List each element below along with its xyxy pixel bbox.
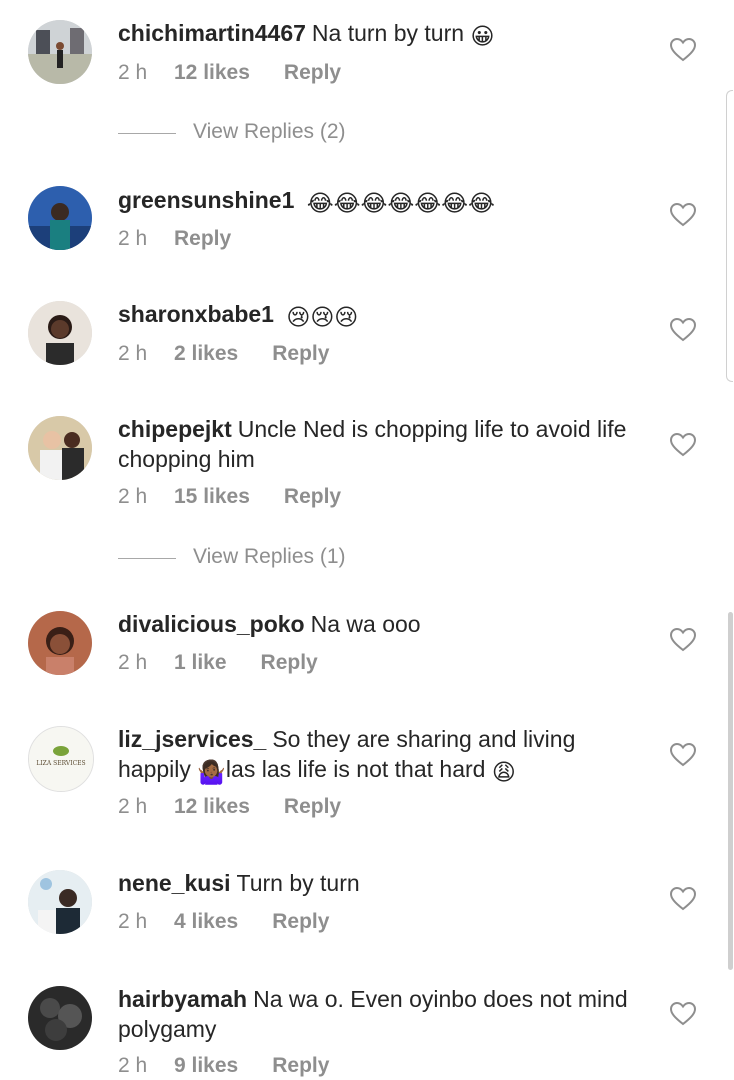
reply-button[interactable]: Reply: [272, 341, 329, 367]
heart-outline-icon[interactable]: [670, 743, 696, 767]
comment-text: greensunshine1 😂😂😂😂😂😂😂: [118, 185, 638, 218]
reply-button[interactable]: Reply: [284, 60, 341, 86]
comment-body-continued: las las life is not that hard: [225, 756, 486, 782]
avatar[interactable]: [28, 870, 92, 934]
avatar[interactable]: LIZA SERVICES: [28, 726, 94, 792]
comment-body: Na turn by turn: [311, 20, 465, 46]
comment-text: nene_kusi Turn by turn: [118, 868, 638, 898]
comment-text: divalicious_poko Na wa ooo: [118, 609, 638, 639]
comment-time: 2 h: [118, 910, 148, 933]
comment-meta: 2 h 15 likes Reply: [118, 484, 341, 510]
comment-text: chipepejkt Uncle Ned is chopping life to …: [118, 414, 638, 474]
comment-text: chichimartin4467 Na turn by turn 😀: [118, 18, 638, 51]
avatar[interactable]: [28, 986, 92, 1050]
comment-likes[interactable]: 9 likes: [174, 1053, 238, 1079]
comment-text: liz_jservices_ So they are sharing and li…: [118, 724, 638, 787]
comment-time: 2 h: [118, 1054, 148, 1077]
reply-button[interactable]: Reply: [272, 909, 329, 935]
heart-outline-icon[interactable]: [670, 1002, 696, 1026]
avatar[interactable]: [28, 186, 92, 250]
weary-emoji-icon: 😩: [491, 759, 516, 785]
comment-likes[interactable]: 15 likes: [174, 484, 250, 510]
avatar[interactable]: [28, 20, 92, 84]
comment-username[interactable]: hairbyamah: [118, 986, 247, 1012]
comment-meta: 2 h Reply: [118, 226, 231, 252]
comment-body: Turn by turn: [236, 870, 360, 896]
grinning-emoji-icon: 😀: [470, 23, 495, 49]
comment-meta: 2 h 2 likes Reply: [118, 341, 329, 367]
comment-meta: 2 h 12 likes Reply: [118, 794, 341, 820]
comment-likes[interactable]: 12 likes: [174, 60, 250, 86]
comment-username[interactable]: chipepejkt: [118, 416, 232, 442]
comment-time: 2 h: [118, 61, 148, 84]
view-replies-label: View Replies (2): [193, 120, 346, 143]
reply-button[interactable]: Reply: [261, 650, 318, 676]
comment-time: 2 h: [118, 342, 148, 365]
woman-shrugging-emoji-icon: 🤷🏾‍♀️: [197, 759, 226, 785]
scrollbar-thumb[interactable]: [728, 612, 733, 970]
laughing-emoji-icon: 😂😂😂😂😂😂😂: [306, 190, 495, 216]
comment-text: hairbyamah Na wa o. Even oyinbo does not …: [118, 984, 638, 1044]
comment-time: 2 h: [118, 485, 148, 508]
divider-line: [118, 558, 176, 559]
reply-button[interactable]: Reply: [284, 484, 341, 510]
heart-outline-icon[interactable]: [670, 433, 696, 457]
comment-likes[interactable]: 2 likes: [174, 341, 238, 367]
comment-likes[interactable]: 12 likes: [174, 794, 250, 820]
comment-meta: 2 h 1 like Reply: [118, 650, 318, 676]
avatar[interactable]: [28, 301, 92, 365]
comment-meta: 2 h 12 likes Reply: [118, 60, 341, 86]
comment-username[interactable]: chichimartin4467: [118, 20, 306, 46]
comment-time: 2 h: [118, 795, 148, 818]
comment-username[interactable]: nene_kusi: [118, 870, 231, 896]
comment-likes[interactable]: 4 likes: [174, 909, 238, 935]
comment-username[interactable]: divalicious_poko: [118, 611, 305, 637]
heart-outline-icon[interactable]: [670, 628, 696, 652]
comment-time: 2 h: [118, 651, 148, 674]
comment-text: sharonxbabe1 😢😢😢: [118, 299, 638, 332]
crying-emoji-icon: 😢😢😢: [286, 304, 359, 330]
reply-button[interactable]: Reply: [284, 794, 341, 820]
heart-outline-icon[interactable]: [670, 38, 696, 62]
heart-outline-icon[interactable]: [670, 318, 696, 342]
scrollbar-track[interactable]: [726, 90, 733, 382]
comment-time: 2 h: [118, 227, 148, 250]
comment-username[interactable]: greensunshine1: [118, 187, 294, 213]
reply-button[interactable]: Reply: [174, 226, 231, 252]
reply-button[interactable]: Reply: [272, 1053, 329, 1079]
divider-line: [118, 133, 176, 134]
comment-body: Na wa ooo: [310, 611, 421, 637]
heart-outline-icon[interactable]: [670, 887, 696, 911]
view-replies-label: View Replies (1): [193, 545, 346, 568]
comment-likes[interactable]: 1 like: [174, 650, 227, 676]
comment-meta: 2 h 4 likes Reply: [118, 909, 329, 935]
avatar[interactable]: [28, 416, 92, 480]
avatar[interactable]: [28, 611, 92, 675]
comment-meta: 2 h 9 likes Reply: [118, 1053, 329, 1079]
comment-username[interactable]: sharonxbabe1: [118, 301, 274, 327]
avatar-logo-text: LIZA SERVICES: [36, 760, 85, 767]
heart-outline-icon[interactable]: [670, 203, 696, 227]
comment-username[interactable]: liz_jservices_: [118, 726, 266, 752]
